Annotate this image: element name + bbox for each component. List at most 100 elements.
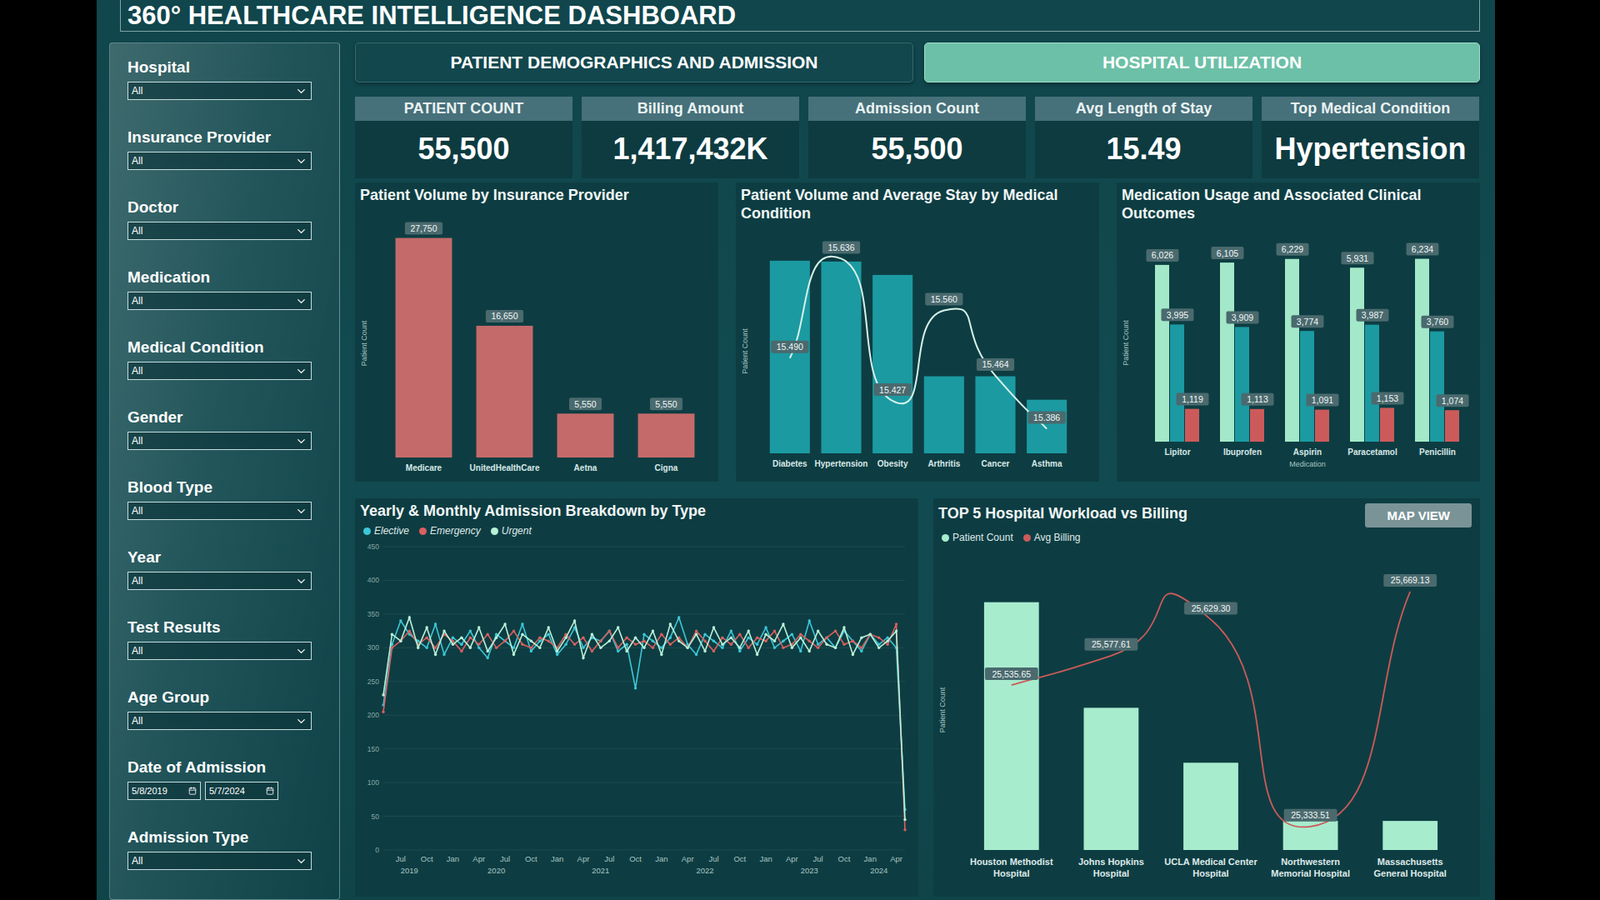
kpi-card: Billing Amount1,417,432K bbox=[581, 96, 800, 179]
series-point bbox=[581, 656, 585, 660]
series-point bbox=[608, 630, 611, 633]
value-label: 1,119 bbox=[1176, 393, 1210, 406]
series-point bbox=[834, 646, 837, 650]
filter-dropdown[interactable]: All bbox=[127, 291, 312, 310]
value-label-text: 1,074 bbox=[1441, 395, 1464, 406]
filter-dropdown[interactable]: All bbox=[127, 501, 312, 520]
x-tick-label: Jul bbox=[604, 854, 615, 864]
filter-dropdown[interactable]: All bbox=[127, 431, 312, 450]
date-to-input[interactable]: 5/7/2024 bbox=[205, 781, 279, 800]
filter-dropdown[interactable]: All bbox=[127, 221, 312, 240]
chart-legend: ElectiveEmergencyUrgent bbox=[358, 523, 915, 539]
grid-line bbox=[383, 580, 905, 581]
value-label: 25,669.13 bbox=[1383, 574, 1437, 587]
series-point bbox=[486, 656, 490, 660]
value-label: 3,987 bbox=[1356, 309, 1390, 322]
year-label: 2023 bbox=[800, 865, 819, 875]
series-point bbox=[547, 640, 550, 643]
x-tick-label: Apr bbox=[472, 854, 485, 864]
series-point bbox=[677, 616, 680, 620]
date-from-input[interactable]: 5/8/2019 bbox=[127, 781, 201, 800]
series-point bbox=[399, 640, 402, 643]
kpi-row: PATIENT COUNT55,500Billing Amount1,417,4… bbox=[355, 96, 1480, 179]
series-point bbox=[860, 636, 863, 640]
filter: Insurance Provider All bbox=[127, 128, 340, 170]
series-point bbox=[825, 636, 828, 640]
value-label: 25,577.61 bbox=[1085, 638, 1139, 651]
bar bbox=[1185, 409, 1200, 442]
filter-dropdown[interactable]: All bbox=[127, 571, 312, 590]
series-point bbox=[538, 640, 541, 643]
hospital-panel: TOP 5 Hospital Workload vs BillingMAP VI… bbox=[933, 498, 1480, 897]
series-point bbox=[764, 626, 767, 630]
series-point bbox=[738, 633, 741, 636]
map-view-button[interactable]: MAP VIEW bbox=[1365, 503, 1472, 528]
filter-dropdown[interactable]: All bbox=[127, 151, 312, 170]
chevron-down-icon bbox=[295, 715, 308, 728]
series-point bbox=[695, 630, 698, 633]
value-label-box bbox=[1184, 602, 1238, 615]
series-point bbox=[781, 640, 785, 643]
kpi-label: Avg Length of Stay bbox=[1035, 96, 1253, 121]
y-tick: 350 bbox=[367, 610, 905, 619]
value-label-box bbox=[822, 241, 860, 255]
filter-dropdown[interactable]: All bbox=[127, 711, 312, 730]
series-point bbox=[895, 630, 898, 633]
dashboard-body: HospitalAllInsurance ProviderAllDoctorAl… bbox=[96, 42, 1495, 900]
filter: Age GroupAll bbox=[127, 688, 340, 730]
series-point bbox=[825, 636, 828, 640]
value-label-text: 25,577.61 bbox=[1091, 640, 1131, 650]
bar bbox=[1430, 331, 1445, 442]
bar bbox=[557, 414, 615, 459]
chevron-down-icon bbox=[295, 155, 308, 168]
value-label-box bbox=[1085, 638, 1139, 651]
value-label-text: 25,333.51 bbox=[1290, 810, 1330, 821]
panel-title: Patient Volume and Average Stay by Medic… bbox=[739, 185, 1096, 223]
filter-dropdown[interactable]: All bbox=[127, 81, 312, 100]
series-point bbox=[425, 636, 428, 640]
series-point bbox=[425, 646, 428, 650]
x-tick-label: Apr bbox=[681, 854, 695, 864]
value-label-box bbox=[1028, 411, 1066, 425]
value-label-text: 1,113 bbox=[1246, 395, 1269, 405]
series-point bbox=[564, 636, 567, 640]
grid-line bbox=[383, 614, 905, 615]
series-point bbox=[408, 630, 411, 633]
bar bbox=[1382, 820, 1438, 850]
x-tick-label: Jan bbox=[864, 854, 877, 864]
filter-dropdown[interactable]: All bbox=[127, 361, 312, 380]
value-label-text: 3,987 bbox=[1361, 310, 1384, 321]
filter: GenderAll bbox=[127, 408, 340, 450]
y-tick-label: 0 bbox=[375, 845, 380, 855]
series-point bbox=[651, 630, 655, 633]
avg-billing-line bbox=[1011, 591, 1410, 828]
series-point bbox=[460, 650, 463, 653]
series-point bbox=[860, 650, 863, 653]
filter-dropdown[interactable]: All bbox=[127, 641, 312, 660]
series-point bbox=[703, 650, 706, 653]
y-tick: 400 bbox=[367, 576, 905, 585]
page-tab[interactable]: PATIENT DEMOGRAPHICS AND ADMISSION bbox=[355, 42, 914, 83]
value-label-box bbox=[1383, 574, 1437, 587]
bar bbox=[1315, 410, 1330, 442]
value-label-box bbox=[976, 358, 1015, 371]
series-point bbox=[547, 633, 550, 636]
filter-dropdown[interactable]: All bbox=[127, 851, 312, 870]
series-point bbox=[634, 643, 637, 646]
series-point bbox=[695, 633, 698, 636]
page-tab[interactable]: HOSPITAL UTILIZATION bbox=[924, 42, 1480, 83]
condition-panel: Patient Volume and Average Stay by Medic… bbox=[735, 182, 1100, 482]
value-label-text: 1,153 bbox=[1376, 393, 1399, 404]
y-tick-label: 150 bbox=[367, 745, 380, 754]
value-label-box bbox=[1436, 395, 1470, 408]
admission-panel: Yearly & Monthly Admission Breakdown by … bbox=[355, 498, 919, 897]
filter-label: Insurance Provider bbox=[127, 128, 340, 147]
bar bbox=[1300, 331, 1315, 443]
category-label: UnitedHealthCare bbox=[470, 463, 540, 473]
series-point bbox=[495, 636, 498, 640]
series-point bbox=[608, 630, 611, 633]
series-point bbox=[625, 643, 628, 646]
filter-label: Test Results bbox=[127, 618, 340, 637]
series-point bbox=[503, 640, 506, 643]
series-point bbox=[808, 650, 811, 653]
